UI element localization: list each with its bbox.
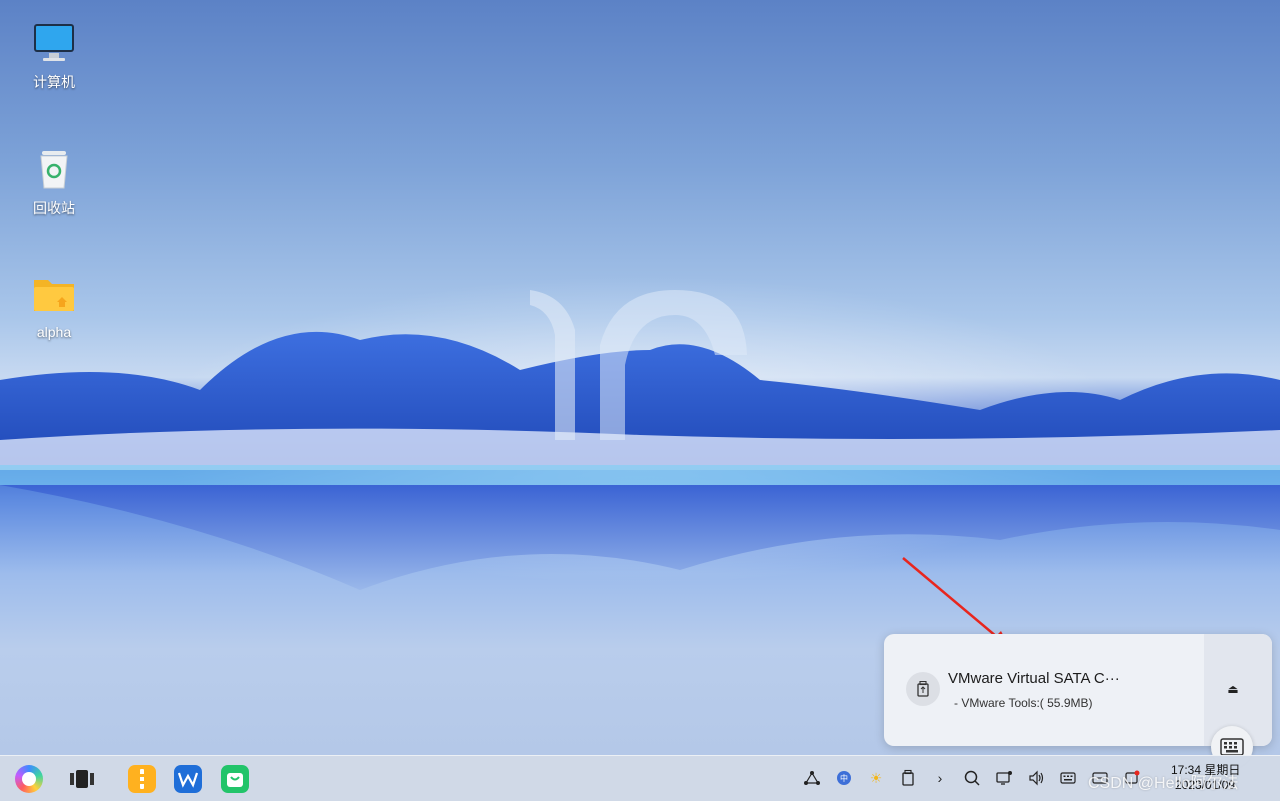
display-icon[interactable] [995, 769, 1013, 787]
usb-drive-icon [906, 672, 940, 706]
desktop-icon-label: alpha [36, 324, 72, 340]
multitask-view-icon[interactable] [68, 765, 96, 793]
desktop-icon-label: 计算机 [33, 74, 75, 90]
notification-subtitle: - VMware Tools:( 55.9MB) [954, 696, 1093, 710]
wallpaper-logo [530, 290, 747, 440]
folder-icon [31, 272, 77, 318]
usb-icon[interactable] [899, 769, 917, 787]
desktop-icon-folder[interactable]: alpha [14, 272, 94, 340]
watermark: CSDN @Hello阿尔法 [1088, 775, 1239, 792]
keyboard-icon [1220, 738, 1244, 756]
svg-text:中: 中 [840, 773, 848, 783]
expand-icon[interactable]: › [931, 769, 949, 787]
launcher-icon[interactable] [15, 765, 43, 793]
keyboard-layout-icon[interactable] [1059, 769, 1077, 787]
input-method-icon[interactable]: 中 [835, 769, 853, 787]
network-icon[interactable] [803, 769, 821, 787]
volume-icon[interactable] [1027, 769, 1045, 787]
device-notification[interactable]: VMware Virtual SATA C··· - VMware Tools:… [884, 634, 1272, 746]
desktop-icon-trash[interactable]: 回收站 [14, 146, 94, 218]
computer-icon [31, 20, 77, 66]
eject-button[interactable]: ⏏ [1226, 682, 1240, 696]
notification-title: VMware Virtual SATA C··· [948, 670, 1120, 687]
search-icon[interactable] [963, 769, 981, 787]
desktop-icon-label: 回收站 [33, 200, 75, 216]
wps-icon[interactable] [174, 765, 202, 793]
file-manager-icon[interactable] [128, 765, 156, 793]
app-store-icon[interactable] [221, 765, 249, 793]
trash-icon [31, 146, 77, 192]
desktop-icon-computer[interactable]: 计算机 [14, 20, 94, 92]
brightness-icon[interactable]: ☀ [867, 769, 885, 787]
